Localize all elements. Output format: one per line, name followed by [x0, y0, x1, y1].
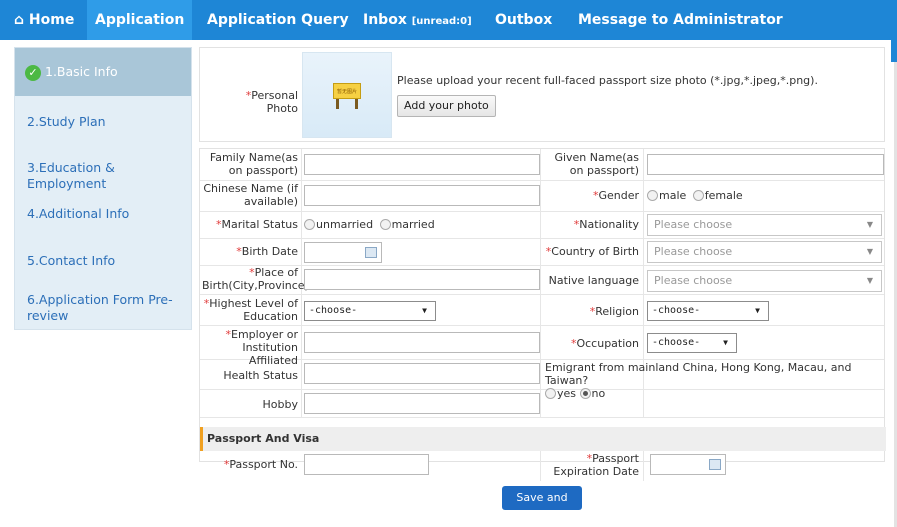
sidebar-item-contact-info[interactable]: 5.Contact Info: [15, 253, 191, 269]
inbox-unread-count: [unread:0]: [411, 16, 472, 27]
chevron-down-icon: ▼: [866, 276, 873, 285]
photo-instruction: Please upload your recent full-faced pas…: [397, 74, 818, 87]
basic-info-grid: Family Name(as on passport) Given Name(a…: [199, 148, 886, 481]
nationality-label: *Nationality: [573, 218, 639, 231]
top-nav: ⌂ Home Application Application Query Inb…: [0, 0, 897, 40]
nav-message-admin[interactable]: Message to Administrator: [578, 0, 783, 40]
passport-expiration-input[interactable]: [650, 454, 726, 475]
employer-label: *Employer or Institution Affiliated: [225, 328, 298, 367]
family-name-input[interactable]: [304, 154, 540, 175]
religion-select[interactable]: -choose- ▼: [647, 301, 769, 321]
religion-label: *Religion: [589, 305, 639, 318]
photo-label: *Personal Photo: [245, 89, 298, 115]
employer-input[interactable]: [304, 332, 540, 353]
country-of-birth-label: *Country of Birth: [545, 245, 639, 258]
given-name-label: Given Name(as on passport): [554, 151, 639, 177]
emigrant-question: Emigrant from mainland China, Hong Kong,…: [545, 361, 852, 400]
birth-date-input[interactable]: [304, 242, 382, 263]
country-of-birth-select[interactable]: Please choose ▼: [647, 241, 882, 263]
given-name-input[interactable]: [647, 154, 884, 175]
sidebar-item-additional-info[interactable]: 4.Additional Info: [15, 206, 191, 222]
chevron-down-icon: ▼: [755, 306, 760, 315]
passport-expiration-label: *Passport Expiration Date: [553, 452, 639, 478]
sidebar-item-study-plan[interactable]: 2.Study Plan: [15, 114, 191, 130]
no-photo-sign-icon: 暂无图片: [333, 83, 361, 99]
nav-outbox[interactable]: Outbox: [495, 0, 552, 40]
passport-no-input[interactable]: [304, 454, 429, 475]
hobby-input[interactable]: [304, 393, 540, 414]
marital-options: unmarried married: [304, 218, 435, 231]
chinese-name-input[interactable]: [304, 185, 540, 206]
gender-female-radio[interactable]: [692, 190, 704, 201]
home-icon: ⌂: [14, 12, 25, 28]
calendar-icon[interactable]: [709, 459, 721, 470]
nav-application[interactable]: Application: [87, 0, 193, 40]
native-language-label: Native language: [548, 274, 639, 287]
chevron-down-icon: ▼: [866, 220, 873, 229]
chevron-down-icon: ▼: [723, 338, 728, 347]
sidebar-item-preview[interactable]: 6.Application Form Pre-review: [15, 292, 185, 324]
calendar-icon[interactable]: [365, 247, 377, 258]
check-icon: ✓: [25, 64, 41, 81]
marital-status-label: *Marital Status: [216, 218, 298, 231]
step-sidebar: ✓ 1.Basic Info 2.Study Plan 3.Education &…: [14, 47, 192, 330]
health-status-label: Health Status: [223, 369, 298, 382]
passport-section-header: Passport And Visa: [200, 427, 886, 451]
occupation-select[interactable]: -choose- ▼: [647, 333, 737, 353]
emigrant-yes-radio[interactable]: [545, 388, 556, 399]
chevron-down-icon: ▼: [866, 247, 873, 256]
place-of-birth-input[interactable]: [304, 269, 540, 290]
family-name-label: Family Name(as on passport): [209, 151, 298, 177]
passport-no-label: *Passport No.: [223, 458, 298, 471]
hobby-label: Hobby: [262, 398, 298, 411]
health-status-input[interactable]: [304, 363, 540, 384]
add-photo-button[interactable]: Add your photo: [397, 95, 496, 117]
highest-education-label: *Highest Level of Education: [203, 297, 298, 323]
gender-label: *Gender: [592, 189, 639, 202]
native-language-select[interactable]: Please choose ▼: [647, 270, 882, 292]
chevron-down-icon: ▼: [422, 306, 427, 315]
occupation-label: *Occupation: [570, 337, 639, 350]
photo-placeholder: 暂无图片: [302, 52, 392, 138]
nav-edge: [891, 40, 897, 62]
gender-male-radio[interactable]: [647, 190, 658, 201]
birth-date-label: *Birth Date: [236, 245, 298, 258]
photo-section: *Personal Photo 暂无图片 Please upload your …: [199, 47, 885, 142]
nav-application-query[interactable]: Application Query: [207, 0, 349, 40]
sidebar-item-basic-info[interactable]: ✓ 1.Basic Info: [15, 48, 191, 96]
nav-home[interactable]: ⌂ Home: [14, 0, 74, 40]
nationality-select[interactable]: Please choose ▼: [647, 214, 882, 236]
save-and-next-button[interactable]: Save and Next: [502, 486, 582, 527]
marital-unmarried-radio[interactable]: [304, 219, 315, 230]
highest-education-select[interactable]: -choose- ▼: [304, 301, 436, 321]
place-of-birth-label: *Place of Birth(City,Province): [202, 266, 309, 292]
sidebar-item-education-employment[interactable]: 3.Education & Employment: [15, 160, 191, 192]
emigrant-no-radio[interactable]: [579, 388, 591, 399]
chinese-name-label: Chinese Name (if available): [203, 182, 298, 208]
gender-options: male female: [647, 189, 743, 202]
nav-inbox[interactable]: Inbox [unread:0]: [363, 0, 472, 40]
marital-married-radio[interactable]: [379, 219, 391, 230]
